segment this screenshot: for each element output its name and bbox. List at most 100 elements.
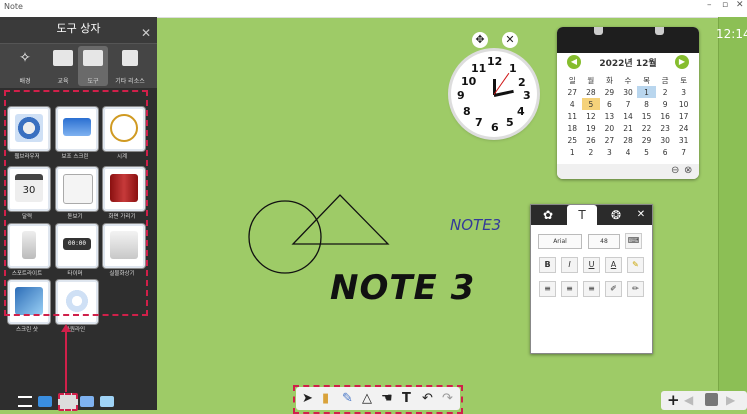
day-cell[interactable]: 8 (637, 98, 656, 110)
clock-number: 1 (509, 62, 517, 75)
day-cell[interactable]: 12 (582, 110, 601, 122)
maximize-button[interactable]: ▫ (722, 0, 728, 10)
font-color-button[interactable]: A (605, 257, 622, 273)
align-center-icon[interactable]: ≡ (561, 281, 578, 297)
day-cell[interactable]: 6 (656, 146, 675, 158)
text-tool-icon[interactable]: T (402, 391, 411, 406)
ring-left (594, 27, 603, 35)
prev-page-icon[interactable]: ◀ (684, 393, 693, 407)
align-right-icon[interactable]: ≡ (583, 281, 600, 297)
day-cell[interactable]: 9 (656, 98, 675, 110)
tab-education[interactable]: 교육 (48, 48, 78, 87)
keyboard-icon[interactable]: ⌨ (625, 233, 642, 249)
bold-button[interactable]: B (539, 257, 556, 273)
day-cell[interactable]: 29 (600, 86, 619, 98)
day-cell[interactable]: 31 (674, 134, 693, 146)
pen-icon[interactable] (80, 396, 94, 407)
handwritten-note[interactable]: NOTE 3 (330, 268, 475, 308)
settings-tab[interactable]: ✿ (533, 205, 563, 225)
align-left-icon[interactable]: ≡ (539, 281, 556, 297)
tab-other-resources[interactable]: 기타 리소스 (110, 48, 150, 87)
close-button[interactable]: ✕ (736, 0, 744, 10)
add-page-icon[interactable]: + (667, 391, 680, 409)
close-icon[interactable]: ✕ (141, 21, 151, 45)
day-cell-highlight[interactable]: 5 (581, 98, 601, 110)
undo-icon[interactable]: ↶ (422, 391, 433, 406)
day-cell[interactable]: 10 (674, 98, 693, 110)
minimize-button[interactable]: – (707, 0, 712, 10)
italic-button[interactable]: I (561, 257, 578, 273)
day-cell[interactable]: 2 (582, 146, 601, 158)
close-icon[interactable]: ⊗ (684, 165, 692, 176)
tab-tools[interactable]: 도구 (78, 46, 108, 86)
day-cell[interactable]: 4 (563, 98, 582, 110)
text-note-small[interactable]: NOTE3 (450, 216, 501, 234)
pointer-icon[interactable]: ➤ (302, 391, 313, 406)
day-cell[interactable]: 24 (674, 122, 693, 134)
day-cell[interactable]: 3 (674, 86, 693, 98)
highlighter-icon[interactable]: ✎ (342, 391, 353, 406)
day-cell[interactable]: 19 (582, 122, 601, 134)
day-cell[interactable]: 17 (674, 110, 693, 122)
day-cell[interactable]: 5 (637, 146, 656, 158)
menu-icon[interactable] (18, 396, 32, 407)
day-cell[interactable]: 7 (674, 146, 693, 158)
day-cell[interactable]: 16 (656, 110, 675, 122)
shape-icon[interactable]: △ (362, 391, 372, 406)
day-cell[interactable]: 20 (600, 122, 619, 134)
day-cell[interactable]: 15 (637, 110, 656, 122)
font-size-select[interactable]: 48 (588, 234, 620, 249)
day-cell[interactable]: 23 (656, 122, 675, 134)
tile-label: 스크린 샷 (16, 327, 38, 333)
underline-button[interactable]: U (583, 257, 600, 273)
day-cell[interactable]: 2 (656, 86, 675, 98)
weekday: 월 (587, 75, 595, 85)
day-cell[interactable]: 26 (582, 134, 601, 146)
tab-background[interactable]: ✧ 배경 (10, 48, 40, 87)
day-cell[interactable]: 22 (637, 122, 656, 134)
collapse-icon[interactable]: ⊖ (671, 165, 679, 176)
tab-label: 교육 (57, 78, 69, 85)
font-select[interactable]: Arial (538, 234, 582, 249)
image-icon[interactable] (100, 396, 114, 407)
day-cell[interactable]: 3 (600, 146, 619, 158)
marker-icon[interactable]: ▮ (322, 391, 329, 406)
close-icon[interactable]: ✕ (631, 205, 651, 225)
toolbox-button[interactable] (58, 393, 78, 411)
day-cell[interactable]: 21 (619, 122, 638, 134)
day-cell[interactable]: 27 (600, 134, 619, 146)
day-cell[interactable]: 30 (619, 86, 638, 98)
eraser-icon[interactable]: ✐ (605, 281, 622, 297)
screen-icon[interactable] (38, 396, 52, 407)
color-tab[interactable]: ❂ (601, 205, 631, 225)
drawing-shapes[interactable] (240, 190, 400, 280)
highlight-icon[interactable]: ✎ (627, 257, 644, 273)
next-page-icon[interactable]: ▶ (726, 393, 735, 407)
day-cell[interactable]: 7 (619, 98, 638, 110)
brush-icon[interactable]: ✏ (627, 281, 644, 297)
analog-clock[interactable]: 12 1 2 3 4 5 6 7 8 9 10 11 (451, 51, 537, 137)
day-cell[interactable]: 28 (582, 86, 601, 98)
day-cell[interactable]: 13 (600, 110, 619, 122)
day-cell[interactable]: 18 (563, 122, 582, 134)
page-icon[interactable] (705, 393, 718, 406)
day-cell[interactable]: 27 (563, 86, 582, 98)
day-cell[interactable]: 28 (619, 134, 638, 146)
text-tab[interactable]: T (567, 205, 597, 225)
day-cell[interactable]: 29 (637, 134, 656, 146)
day-cell[interactable]: 4 (619, 146, 638, 158)
calendar-header (557, 27, 699, 53)
toolbox-title: 도구 상자 (56, 22, 101, 35)
weekday: 일 (568, 75, 576, 85)
move-icon[interactable]: ✥ (472, 32, 488, 48)
day-cell-today[interactable]: 1 (637, 86, 656, 98)
day-cell[interactable]: 6 (600, 98, 619, 110)
day-cell[interactable]: 30 (656, 134, 675, 146)
day-cell[interactable]: 1 (563, 146, 582, 158)
day-cell[interactable]: 25 (563, 134, 582, 146)
redo-icon[interactable]: ↷ (442, 391, 453, 406)
hand-icon[interactable]: ☚ (381, 391, 393, 406)
close-icon[interactable]: ✕ (502, 32, 518, 48)
day-cell[interactable]: 14 (619, 110, 638, 122)
day-cell[interactable]: 11 (563, 110, 582, 122)
